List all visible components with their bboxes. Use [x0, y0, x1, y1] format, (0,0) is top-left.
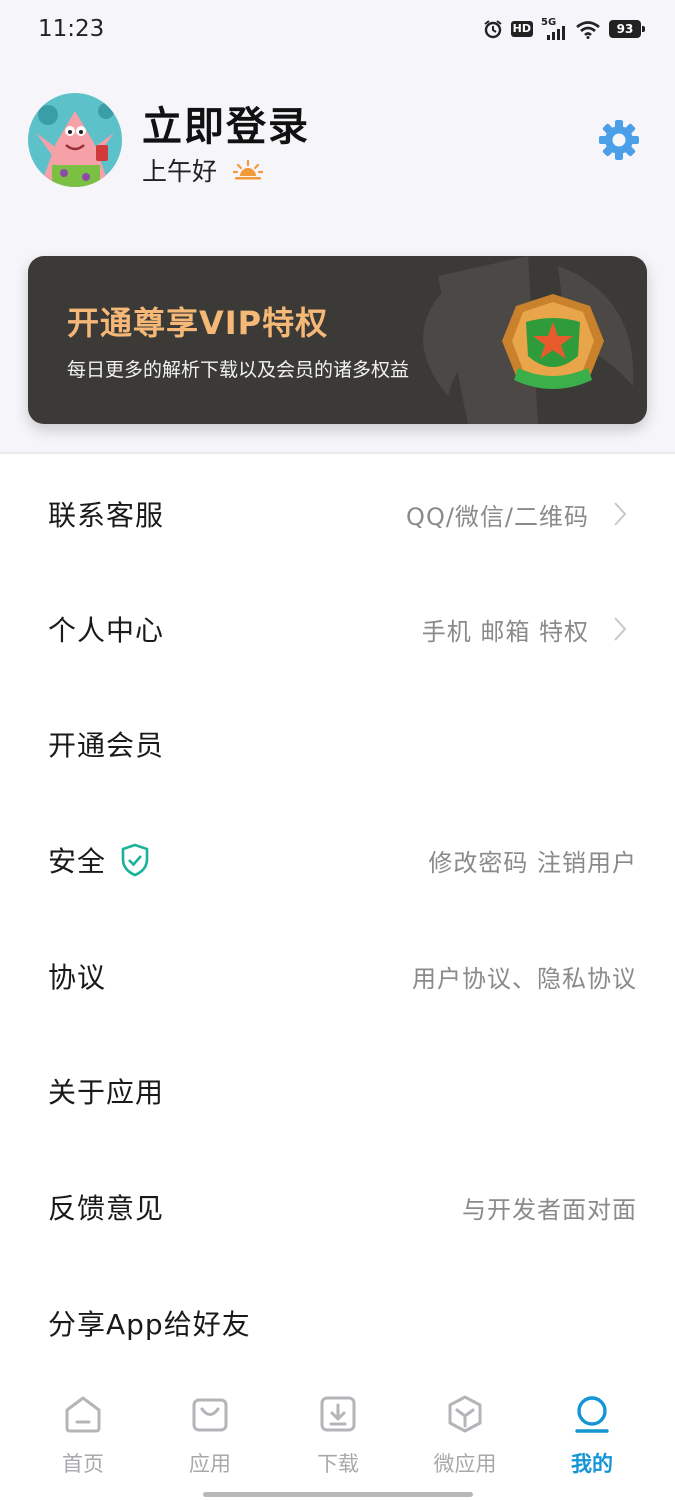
menu-item-open-membership[interactable]: 开通会员: [0, 686, 675, 802]
nav-label: 微应用: [433, 1452, 497, 1476]
login-title[interactable]: 立即登录: [142, 94, 310, 152]
menu-item-hint: 修改密码 注销用户: [428, 848, 637, 877]
chevron-right-icon: [614, 617, 627, 641]
section-divider: [0, 452, 675, 454]
nav-label: 下载: [317, 1452, 359, 1476]
hd-badge: HD: [510, 21, 533, 37]
battery-indicator: 93: [609, 20, 645, 38]
status-icons: HD 5G 93: [483, 18, 645, 40]
cube-icon: [448, 1395, 482, 1433]
bottom-navigation: 首页 应用 下载 微应用 我的: [0, 1382, 675, 1500]
nav-item-mini-apps[interactable]: 微应用: [415, 1394, 515, 1484]
avatar-image: [28, 93, 122, 187]
vip-banner[interactable]: 开通尊享VIP特权 每日更多的解析下载以及会员的诸多权益: [28, 256, 647, 424]
menu-item-label: 分享App给好友: [48, 1308, 251, 1341]
shield-check-icon: [121, 843, 149, 877]
menu-item-agreement[interactable]: 协议 用户协议、隐私协议: [0, 918, 675, 1034]
cellular-signal-icon: 5G: [541, 18, 567, 40]
status-time: 11:23: [38, 16, 105, 42]
nav-item-mine[interactable]: 我的: [542, 1394, 642, 1484]
menu-item-label: 协议: [48, 961, 107, 994]
vip-title: 开通尊享VIP特权: [67, 304, 329, 342]
alarm-icon: [484, 20, 502, 39]
menu-item-hint: 用户协议、隐私协议: [412, 964, 637, 993]
sunrise-icon: [233, 160, 264, 180]
settings-gear-icon[interactable]: [598, 119, 640, 161]
greeting-row: 上午好: [142, 152, 264, 188]
home-icon: [65, 1396, 101, 1433]
menu-item-hint: 与开发者面对面: [462, 1195, 637, 1224]
vip-subtitle: 每日更多的解析下载以及会员的诸多权益: [67, 359, 410, 381]
wifi-icon: [576, 21, 600, 39]
menu-item-label: 开通会员: [48, 729, 165, 762]
bag-icon: [192, 1398, 228, 1432]
avatar[interactable]: [28, 93, 122, 187]
nav-item-home[interactable]: 首页: [33, 1394, 133, 1484]
menu-item-share-app[interactable]: 分享App给好友: [0, 1265, 675, 1381]
profile-icon: [575, 1396, 609, 1433]
menu-item-hint: QQ/微信/二维码: [406, 502, 589, 531]
menu-item-contact-service[interactable]: 联系客服 QQ/微信/二维码: [0, 456, 675, 572]
nav-item-apps[interactable]: 应用: [160, 1394, 260, 1484]
menu-item-feedback[interactable]: 反馈意见 与开发者面对面: [0, 1149, 675, 1265]
home-indicator[interactable]: [203, 1492, 473, 1497]
menu-item-hint: 手机 邮箱 特权: [421, 617, 589, 646]
menu-item-security-label-row: 安全: [48, 840, 150, 880]
download-icon: [320, 1396, 356, 1432]
menu-item-personal-center[interactable]: 个人中心 手机 邮箱 特权: [0, 571, 675, 687]
menu-item-label: 反馈意见: [48, 1192, 165, 1225]
chevron-right-icon: [614, 502, 627, 526]
menu-item-security[interactable]: 安全 修改密码 注销用户: [0, 802, 675, 918]
nav-label: 应用: [189, 1452, 231, 1476]
greeting-text: 上午好: [142, 157, 218, 186]
nav-label: 首页: [62, 1452, 104, 1476]
menu-item-label: 联系客服: [48, 499, 165, 532]
menu-item-label: 个人中心: [48, 614, 165, 647]
status-bar: 11:23 HD 5G 93: [0, 0, 675, 64]
vip-medal-icon: [423, 256, 634, 424]
nav-item-download[interactable]: 下载: [288, 1394, 388, 1484]
menu-item-label: 安全: [48, 845, 107, 878]
menu-item-label: 关于应用: [48, 1076, 165, 1109]
menu-item-about-app[interactable]: 关于应用: [0, 1033, 675, 1149]
nav-label: 我的: [571, 1452, 613, 1476]
